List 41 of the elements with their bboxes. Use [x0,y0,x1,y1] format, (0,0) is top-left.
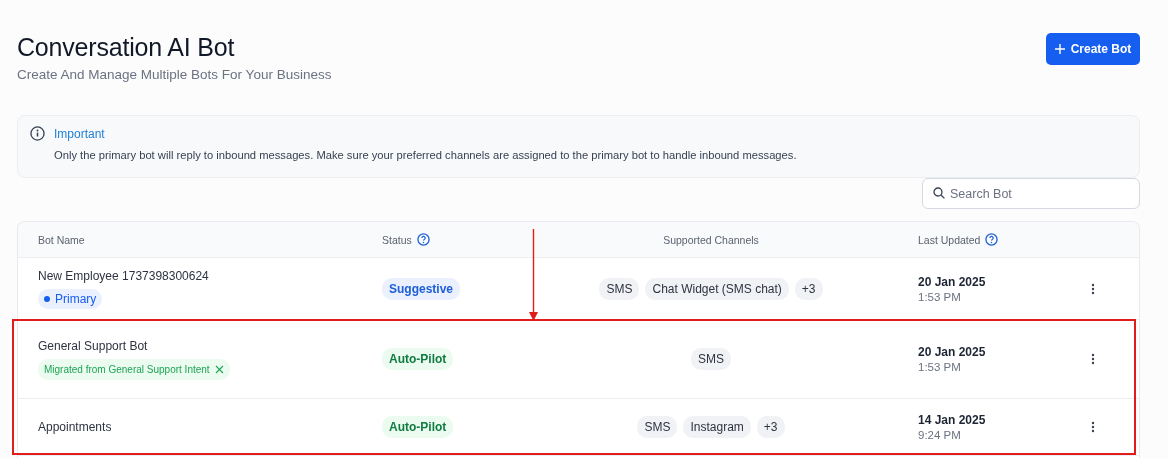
close-icon[interactable] [214,364,224,374]
alert-title: Important [54,126,105,141]
channel-chip: Instagram [683,416,751,438]
channel-chip: SMS [599,277,640,300]
updated-time: 9:24 PM [918,429,961,441]
help-icon[interactable] [416,233,430,246]
more-options-icon[interactable] [1090,421,1095,433]
more-options-icon[interactable] [1090,282,1095,295]
status-badge: Auto-Pilot [382,416,454,438]
column-header: Bot Name [38,233,85,246]
bot-name: General Support Bot [38,338,148,353]
channel-chip: SMS [637,416,678,438]
help-icon[interactable] [985,233,999,246]
updated-time: 1:53 PM [918,361,961,373]
updated-date: 20 Jan 2025 [918,345,986,359]
channel-chip: +3 [794,277,823,300]
channel-chip: +3 [756,416,785,438]
plus-icon [1054,44,1065,54]
channel-chip: Chat Widget (SMS chat) [645,277,789,300]
status-badge: Suggestive [382,277,461,300]
migrated-tag: Migrated from General Support Intent [38,358,230,380]
create-bot-button[interactable]: Create Bot [1046,33,1140,65]
page-subtitle: Create And Manage Multiple Bots For Your Business [17,67,332,82]
search-icon [933,187,945,199]
info-icon [30,126,45,141]
page-title: Conversation AI Bot [17,33,236,62]
primary-tag: Primary [38,288,103,309]
column-header: Supported Channels [663,233,759,246]
alert-message: Only the primary bot will reply to inbound messages. Make sure your preferred channels are assigned to the primary bot to handle inbound messages. [54,149,798,161]
status-badge: Auto-Pilot [382,348,454,370]
updated-date: 20 Jan 2025 [918,274,986,289]
column-header: Last Updated [918,233,981,246]
column-header: Status [382,233,412,246]
dot-icon [44,295,50,302]
search-field[interactable]: Search Bot [922,178,1140,209]
updated-time: 1:53 PM [918,290,961,303]
more-options-icon[interactable] [1090,353,1095,365]
channel-chip: SMS [691,348,731,370]
bot-name: New Employee 1737398300624 [38,268,209,283]
updated-date: 14 Jan 2025 [918,413,986,427]
bot-name: Appointments [38,420,112,434]
